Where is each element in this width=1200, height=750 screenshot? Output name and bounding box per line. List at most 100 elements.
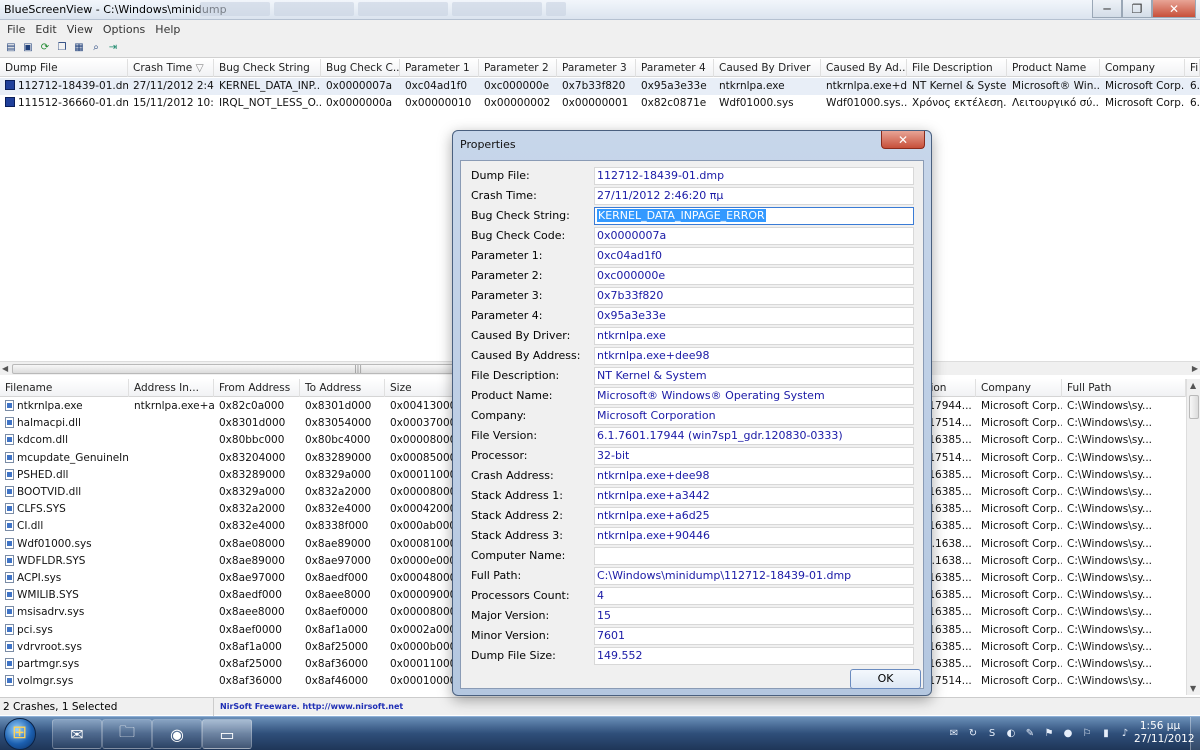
col-parameter-3[interactable]: Parameter 3 — [557, 59, 636, 77]
property-value-field[interactable]: 4 — [594, 587, 914, 605]
col-parameter-2[interactable]: Parameter 2 — [479, 59, 557, 77]
col-from-address[interactable]: From Address — [214, 379, 300, 397]
property-value-field[interactable]: 0xc04ad1f0 — [594, 247, 914, 265]
skype-tray-icon[interactable]: S — [985, 726, 999, 740]
start-button[interactable] — [4, 718, 36, 750]
col-caused-by-driver[interactable]: Caused By Driver — [714, 59, 821, 77]
show-desktop-button[interactable] — [1190, 717, 1200, 750]
property-value-field[interactable]: NT Kernel & System — [594, 367, 914, 385]
file-icon — [5, 417, 14, 429]
property-value-field[interactable]: ntkrnlpa.exe+dee98 — [594, 347, 914, 365]
network-tray-icon[interactable]: ⚑ — [1042, 726, 1056, 740]
property-value-field[interactable]: ntkrnlpa.exe+a3442 — [594, 487, 914, 505]
window-title: BlueScreenView - C:\Windows\minidump — [4, 3, 227, 16]
property-value-field[interactable]: ntkrnlpa.exe+dee98 — [594, 467, 914, 485]
mail-tray-icon[interactable]: ✉ — [947, 726, 961, 740]
cell-caused-by-driver: Wdf01000.sys — [719, 97, 794, 109]
cell-full-path: C:\Windows\sy... — [1067, 606, 1153, 619]
property-value-field[interactable]: Microsoft Corporation — [594, 407, 914, 425]
property-value-field[interactable]: 0x7b33f820 — [594, 287, 914, 305]
exit-icon[interactable]: ⇥ — [106, 41, 120, 55]
tool-tray-icon[interactable]: ✎ — [1023, 726, 1037, 740]
property-value-field[interactable]: 0x95a3e33e — [594, 307, 914, 325]
cell-full-path: C:\Windows\sy... — [1067, 640, 1153, 653]
cell-address-in-stack — [129, 467, 214, 484]
property-value-field[interactable]: 112712-18439-01.dmp — [594, 167, 914, 185]
table-row[interactable]: 111512-36660-01.dmp 15/11/2012 10:... IR… — [0, 95, 1200, 112]
property-value-field[interactable] — [594, 547, 914, 565]
nirsoft-link[interactable]: NirSoft Freeware. http://www.nirsoft.net — [214, 702, 403, 711]
property-value-field[interactable]: ntkrnlpa.exe — [594, 327, 914, 345]
bluescreenview-icon[interactable]: ▭ — [202, 719, 252, 749]
flag-tray-icon[interactable]: ⚐ — [1080, 726, 1094, 740]
clock[interactable]: 1:56 μμ 27/11/2012 — [1134, 720, 1195, 746]
col-full-path[interactable]: Full Path — [1062, 379, 1186, 397]
scroll-right-icon[interactable]: ▶ — [1192, 364, 1198, 373]
property-value-field[interactable]: C:\Windows\minidump\112712-18439-01.dmp — [594, 567, 914, 585]
col-company[interactable]: Company — [1100, 59, 1185, 77]
menu-help[interactable]: Help — [150, 23, 185, 36]
scroll-up-icon[interactable]: ▲ — [1190, 381, 1196, 390]
col-parameter-1[interactable]: Parameter 1 — [400, 59, 479, 77]
minimize-button[interactable]: ─ — [1092, 0, 1122, 18]
col-to-address[interactable]: To Address — [300, 379, 385, 397]
col-file-version[interactable]: Fi — [1185, 59, 1200, 77]
cell-dump-file: 111512-36660-01.dmp — [18, 97, 128, 109]
properties-icon[interactable]: ▦ — [72, 41, 86, 55]
html-report-icon[interactable]: ▤ — [4, 41, 18, 55]
refresh-icon[interactable]: ⟳ — [38, 41, 52, 55]
outlook-icon[interactable]: ✉ — [52, 719, 102, 749]
menu-view[interactable]: View — [62, 23, 98, 36]
col-bug-check-code[interactable]: Bug Check C... — [321, 59, 400, 77]
save-icon[interactable]: ▣ — [21, 41, 35, 55]
property-value-field[interactable]: 15 — [594, 607, 914, 625]
property-value-field[interactable]: ntkrnlpa.exe+90446 — [594, 527, 914, 545]
ok-button[interactable]: OK — [850, 669, 921, 689]
property-value-field[interactable]: ntkrnlpa.exe+a6d25 — [594, 507, 914, 525]
property-label: Crash Address: — [471, 469, 554, 482]
cell-company: Microsoft Corp... — [981, 468, 1062, 481]
chrome-icon[interactable]: ◉ — [152, 719, 202, 749]
explorer-folder-icon[interactable]: 🗀 — [102, 719, 152, 749]
drive-tray-icon[interactable]: ◐ — [1004, 726, 1018, 740]
sync-tray-icon[interactable]: ↻ — [966, 726, 980, 740]
property-value-field[interactable]: 0x0000007a — [594, 227, 914, 245]
col-company[interactable]: Company — [976, 379, 1062, 397]
dialog-close-button[interactable]: ✕ — [881, 131, 925, 149]
col-product-name[interactable]: Product Name — [1007, 59, 1100, 77]
signal-tray-icon[interactable]: ▮ — [1099, 726, 1113, 740]
find-icon[interactable]: ⌕ — [89, 41, 103, 55]
scroll-down-icon[interactable]: ▼ — [1190, 684, 1196, 693]
scrollbar-thumb[interactable] — [1189, 395, 1199, 419]
col-dump-file[interactable]: Dump File — [0, 59, 128, 77]
table-row[interactable]: 112712-18439-01.dmp 27/11/2012 2:4... KE… — [0, 78, 1200, 95]
property-value-field[interactable]: 6.1.7601.17944 (win7sp1_gdr.120830-0333) — [594, 427, 914, 445]
col-parameter-4[interactable]: Parameter 4 — [636, 59, 714, 77]
col-filename[interactable]: Filename — [0, 379, 129, 397]
col-file-description[interactable]: File Description — [907, 59, 1007, 77]
close-button[interactable]: ✕ — [1152, 0, 1196, 18]
col-bug-check-string[interactable]: Bug Check String — [214, 59, 321, 77]
property-value-field[interactable]: 7601 — [594, 627, 914, 645]
volume-tray-icon[interactable]: ♪ — [1118, 726, 1132, 740]
col-crash-time[interactable]: Crash Time ▽ — [128, 59, 214, 77]
col-caused-by-address[interactable]: Caused By Ad... — [821, 59, 907, 77]
scroll-left-icon[interactable]: ◀ — [2, 364, 8, 373]
property-value-field[interactable]: 149.552 — [594, 647, 914, 665]
vertical-scrollbar[interactable]: ▲ ▼ — [1186, 379, 1200, 695]
property-value-field[interactable]: Microsoft® Windows® Operating System — [594, 387, 914, 405]
window-titlebar: BlueScreenView - C:\Windows\minidump ─ ❐… — [0, 0, 1200, 20]
menu-options[interactable]: Options — [98, 23, 150, 36]
property-value-field[interactable]: 32-bit — [594, 447, 914, 465]
property-value-field[interactable]: 27/11/2012 2:46:20 πμ — [594, 187, 914, 205]
menu-edit[interactable]: Edit — [30, 23, 61, 36]
maximize-button[interactable]: ❐ — [1122, 0, 1152, 18]
property-value-field[interactable]: KERNEL_DATA_INPAGE_ERROR — [594, 207, 914, 225]
property-label: Dump File Size: — [471, 649, 556, 662]
menu-file[interactable]: File — [2, 23, 30, 36]
copy-icon[interactable]: ❐ — [55, 41, 69, 55]
status-tray-icon[interactable]: ● — [1061, 726, 1075, 740]
col-address-in-stack[interactable]: Address In... — [129, 379, 214, 397]
property-value-field[interactable]: 0xc000000e — [594, 267, 914, 285]
cell-to-address: 0x8329a000 — [305, 468, 372, 481]
